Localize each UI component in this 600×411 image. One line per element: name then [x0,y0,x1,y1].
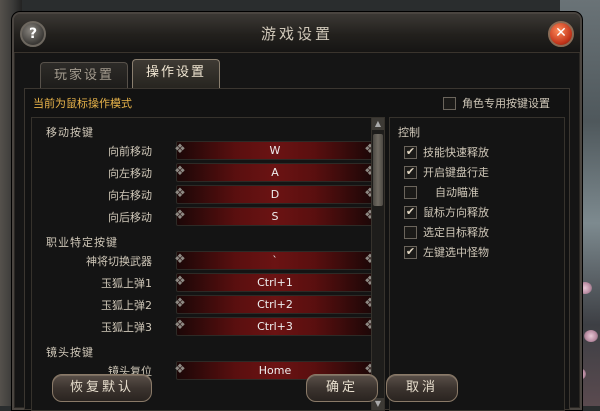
checkbox-checked-icon[interactable]: ✔ [404,165,417,179]
tab-content: 当前为鼠标操作模式 角色专用按键设置 移动按键 向前移动 ❖W❖ 向左移动 ❖A… [24,88,570,411]
key-binding-button[interactable]: ❖S❖ [174,207,372,226]
control-option-label: 开启键盘行走 [423,166,489,179]
key-binding-button[interactable]: ❖Ctrl+1❖ [174,273,372,292]
key-binding-button[interactable]: ❖Ctrl+2❖ [174,295,372,314]
key-label: 向右移动 [108,189,152,202]
control-option-label: 选定目标释放 [423,226,489,239]
checkbox-icon[interactable] [443,96,456,110]
key-label: 玉狐上弹2 [101,299,152,312]
control-option[interactable]: ✔ 左键选中怪物 [404,244,489,260]
control-option-label: 鼠标方向释放 [423,206,489,219]
key-binding-button[interactable]: ❖Ctrl+3❖ [174,317,372,336]
control-option[interactable]: ✔ 技能快速释放 [404,144,489,160]
key-label: 玉狐上弹1 [101,277,152,290]
checkbox-icon[interactable] [404,225,417,239]
checkbox-checked-icon[interactable]: ✔ [404,245,417,259]
control-title: 控制 [398,126,420,139]
control-option[interactable]: ✔ 鼠标方向释放 [404,204,489,220]
key-row: 玉狐上弹1 ❖Ctrl+1❖ [32,272,372,292]
control-option-label: 自动瞄准 [435,186,479,199]
key-row: 神将切换武器 ❖`❖ [32,250,372,270]
ok-button[interactable]: 确定 [306,374,378,402]
key-label: 向左移动 [108,167,152,180]
key-label: 玉狐上弹3 [101,321,152,334]
settings-window: ? 游戏设置 ✕ 玩家设置 操作设置 当前为鼠标操作模式 角色专用按键设置 移动… [12,12,582,411]
section-camera-keys: 镜头按键 [46,346,94,359]
close-icon[interactable]: ✕ [548,21,574,47]
title-bar[interactable]: ? 游戏设置 ✕ [14,14,580,53]
cancel-button[interactable]: 取消 [386,374,458,402]
control-option-label: 左键选中怪物 [423,246,489,259]
key-binding-button[interactable]: ❖W❖ [174,141,372,160]
role-keys-label: 角色专用按键设置 [462,97,550,110]
role-keys-checkbox[interactable]: 角色专用按键设置 [443,95,550,111]
key-row: 玉狐上弹3 ❖Ctrl+3❖ [32,316,372,336]
control-option[interactable]: 选定目标释放 [404,224,489,240]
key-row: 向前移动 ❖W❖ [32,140,372,160]
key-binding-button[interactable]: ❖D❖ [174,185,372,204]
control-option[interactable]: 自动瞄准 [404,184,479,200]
tab-operation-settings[interactable]: 操作设置 [132,59,220,89]
key-row: 玉狐上弹2 ❖Ctrl+2❖ [32,294,372,314]
key-binding-list: 移动按键 向前移动 ❖W❖ 向左移动 ❖A❖ 向右移动 ❖D❖ 向后移动 ❖S❖… [31,117,373,411]
key-label: 向前移动 [108,145,152,158]
key-row: 向左移动 ❖A❖ [32,162,372,182]
control-option-label: 技能快速释放 [423,146,489,159]
scroll-up-icon[interactable]: ▲ [372,118,384,130]
checkbox-icon[interactable] [404,185,417,199]
tab-player-settings[interactable]: 玩家设置 [40,62,128,89]
control-option[interactable]: ✔ 开启键盘行走 [404,164,489,180]
key-binding-button[interactable]: ❖`❖ [174,251,372,270]
mode-label: 当前为鼠标操作模式 [33,97,132,110]
window-title: 游戏设置 [260,25,333,43]
scrollbar[interactable]: ▲ ▼ [371,117,385,411]
key-label: 神将切换武器 [86,255,152,268]
checkbox-checked-icon[interactable]: ✔ [404,205,417,219]
section-job-keys: 职业特定按键 [46,236,118,249]
key-label: 向后移动 [108,211,152,224]
section-move-keys: 移动按键 [46,126,94,139]
reset-defaults-button[interactable]: 恢复默认 [52,374,152,402]
checkbox-checked-icon[interactable]: ✔ [404,145,417,159]
key-binding-button[interactable]: ❖A❖ [174,163,372,182]
key-row: 向右移动 ❖D❖ [32,184,372,204]
scroll-thumb[interactable] [373,134,383,206]
key-row: 向后移动 ❖S❖ [32,206,372,226]
control-panel: 控制 ✔ 技能快速释放 ✔ 开启键盘行走 自动瞄准 ✔ 鼠标方向释放 选定目标释放 ✔… [389,117,565,411]
